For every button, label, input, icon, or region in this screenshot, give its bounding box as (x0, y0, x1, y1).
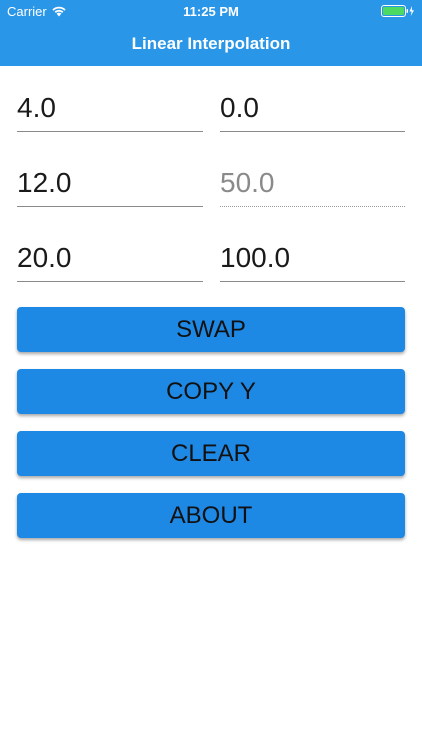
app-bar: Carrier 11:25 PM Linear Interpolation (0, 0, 422, 66)
x1-input[interactable]: 4.0 (17, 86, 203, 132)
swap-button[interactable]: SWAP (17, 307, 405, 352)
copy-y-button[interactable]: COPY Y (17, 369, 405, 414)
y1-value: 0.0 (220, 92, 259, 123)
x-value: 12.0 (17, 167, 72, 198)
x-input[interactable]: 12.0 (17, 161, 203, 207)
battery-charging-icon (381, 5, 414, 17)
y-result-value: 50.0 (220, 167, 275, 198)
x2-input[interactable]: 20.0 (17, 236, 203, 282)
about-button[interactable]: ABOUT (17, 493, 405, 538)
page-title: Linear Interpolation (131, 34, 291, 53)
y2-value: 100.0 (220, 242, 291, 273)
y1-input[interactable]: 0.0 (220, 86, 405, 132)
y2-input[interactable]: 100.0 (220, 236, 405, 282)
status-bar: Carrier 11:25 PM (0, 0, 422, 22)
status-time: 11:25 PM (183, 4, 239, 19)
x2-value: 20.0 (17, 242, 72, 273)
x1-value: 4.0 (17, 92, 56, 123)
clear-button[interactable]: CLEAR (17, 431, 405, 476)
y-result-field: 50.0 (220, 161, 405, 207)
